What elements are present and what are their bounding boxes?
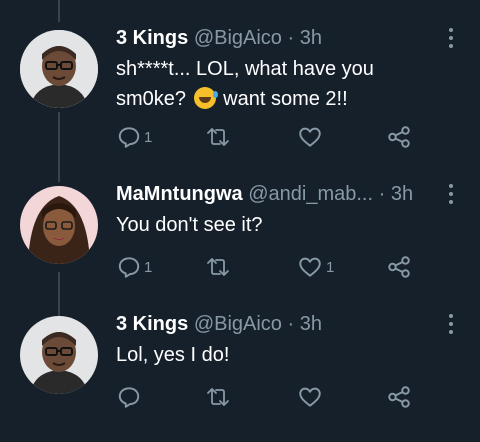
separator: ·: [287, 313, 295, 335]
more-vertical-icon[interactable]: [448, 28, 454, 50]
like-button[interactable]: 1: [296, 252, 334, 282]
retweet-button[interactable]: [204, 382, 234, 412]
display-name[interactable]: 3 Kings: [116, 27, 188, 49]
share-icon: [388, 386, 410, 408]
separator: ·: [287, 27, 295, 49]
like-button[interactable]: [296, 122, 326, 152]
reply-icon: [118, 127, 140, 148]
heart-icon: [299, 127, 321, 147]
man-with-glasses-avatar: [20, 30, 98, 108]
avatar[interactable]: [20, 186, 98, 264]
avatar[interactable]: [20, 316, 98, 394]
tweet-actions: [116, 382, 436, 412]
tweet-text-part: want some 2!!: [217, 88, 348, 110]
reply-button[interactable]: 1: [116, 252, 152, 282]
retweet-button[interactable]: [204, 252, 234, 282]
reply-count: 1: [144, 258, 153, 276]
tweet[interactable]: 3 Kings @BigAico · 3h sh****t... LOL, wh…: [0, 24, 480, 164]
reply-icon: [118, 387, 140, 408]
retweet-icon: [207, 128, 229, 146]
tweet-actions: 1: [116, 122, 436, 152]
user-handle[interactable]: @andi_mab...: [248, 183, 373, 205]
user-handle[interactable]: @BigAico: [194, 313, 282, 335]
reply-button[interactable]: [116, 382, 144, 412]
reply-count: 1: [144, 128, 153, 146]
retweet-button[interactable]: [204, 122, 234, 152]
rolling-on-floor-laughing-emoji-icon: [193, 87, 218, 109]
timestamp[interactable]: 3h: [391, 183, 413, 205]
tweet[interactable]: 3 Kings @BigAico · 3h Lol, yes I do!: [0, 310, 480, 420]
retweet-icon: [207, 388, 229, 406]
like-button[interactable]: [296, 382, 326, 412]
tweet-header: 3 Kings @BigAico · 3h: [116, 310, 322, 338]
heart-icon: [299, 387, 321, 407]
display-name[interactable]: 3 Kings: [116, 313, 188, 335]
tweet-actions: 1 1: [116, 252, 436, 282]
user-handle[interactable]: @BigAico: [194, 27, 282, 49]
tweet-header: 3 Kings @BigAico · 3h: [116, 24, 322, 52]
retweet-icon: [207, 258, 229, 276]
timestamp[interactable]: 3h: [300, 27, 322, 49]
man-with-glasses-avatar: [20, 316, 98, 394]
tweet-text: sh****t... LOL, what have you sm0ke? wan…: [116, 54, 446, 114]
tweet-text: You don't see it?: [116, 214, 263, 236]
tweet-header: MaMntungwa @andi_mab... · 3h: [116, 180, 413, 208]
woman-with-braids-avatar: [20, 186, 98, 264]
tweet-thread: 3 Kings @BigAico · 3h sh****t... LOL, wh…: [0, 0, 480, 442]
share-button[interactable]: [386, 252, 412, 282]
thread-connector: [58, 0, 60, 22]
tweet[interactable]: MaMntungwa @andi_mab... · 3h You don't s…: [0, 180, 480, 290]
more-vertical-icon[interactable]: [448, 314, 454, 336]
share-button[interactable]: [386, 382, 412, 412]
share-icon: [388, 126, 410, 148]
share-button[interactable]: [386, 122, 412, 152]
reply-icon: [118, 257, 140, 278]
display-name[interactable]: MaMntungwa: [116, 183, 243, 205]
heart-icon: [299, 257, 321, 277]
more-vertical-icon[interactable]: [448, 184, 454, 206]
separator: ·: [378, 183, 386, 205]
timestamp[interactable]: 3h: [300, 313, 322, 335]
reply-button[interactable]: 1: [116, 122, 152, 152]
like-count: 1: [326, 258, 335, 276]
avatar[interactable]: [20, 30, 98, 108]
share-icon: [388, 256, 410, 278]
tweet-text: Lol, yes I do!: [116, 344, 230, 366]
